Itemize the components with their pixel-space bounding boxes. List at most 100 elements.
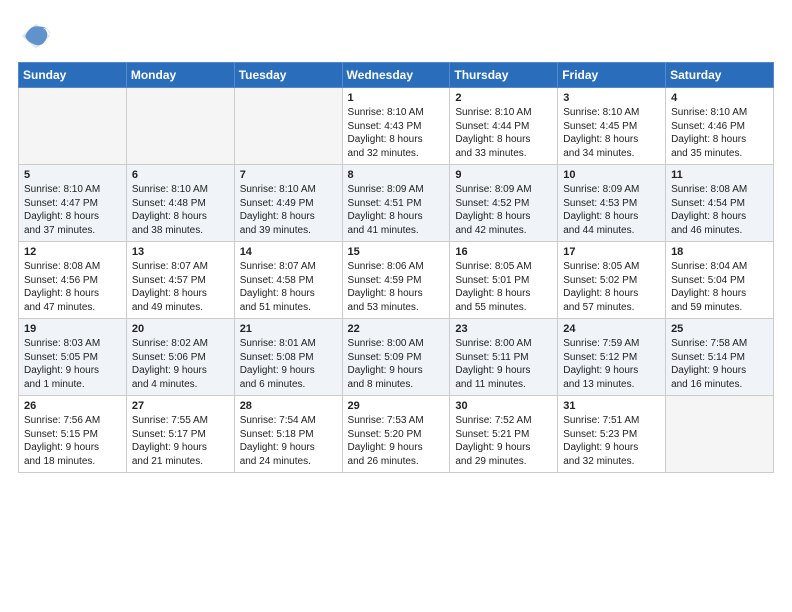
day-info: Sunrise: 7:59 AM Sunset: 5:12 PM Dayligh… xyxy=(563,337,660,391)
weekday-header-sunday: Sunday xyxy=(19,63,127,88)
calendar-cell xyxy=(666,396,774,473)
day-info: Sunrise: 8:07 AM Sunset: 4:58 PM Dayligh… xyxy=(240,260,337,314)
day-number: 24 xyxy=(563,323,660,335)
calendar-cell: 17 Sunrise: 8:05 AM Sunset: 5:02 PM Dayli… xyxy=(558,242,666,319)
day-info: Sunrise: 8:10 AM Sunset: 4:48 PM Dayligh… xyxy=(132,183,229,237)
day-number: 29 xyxy=(348,400,445,412)
calendar-cell: 28 Sunrise: 7:54 AM Sunset: 5:18 PM Dayli… xyxy=(234,396,342,473)
day-number: 26 xyxy=(24,400,121,412)
day-info: Sunrise: 8:10 AM Sunset: 4:43 PM Dayligh… xyxy=(348,106,445,160)
calendar-cell: 9 Sunrise: 8:09 AM Sunset: 4:52 PM Daylig… xyxy=(450,165,558,242)
day-info: Sunrise: 8:07 AM Sunset: 4:57 PM Dayligh… xyxy=(132,260,229,314)
calendar-cell: 30 Sunrise: 7:52 AM Sunset: 5:21 PM Dayli… xyxy=(450,396,558,473)
calendar-cell: 5 Sunrise: 8:10 AM Sunset: 4:47 PM Daylig… xyxy=(19,165,127,242)
week-row-5: 26Sunrise: 7:56 AM Sunset: 5:15 PM Dayli… xyxy=(19,396,774,473)
day-info: Sunrise: 8:05 AM Sunset: 5:01 PM Dayligh… xyxy=(455,260,552,314)
day-info: Sunrise: 7:51 AM Sunset: 5:23 PM Dayligh… xyxy=(563,414,660,468)
calendar-cell: 18 Sunrise: 8:04 AM Sunset: 5:04 PM Dayli… xyxy=(666,242,774,319)
calendar-cell: 27Sunrise: 7:55 AM Sunset: 5:17 PM Dayli… xyxy=(126,396,234,473)
calendar-cell xyxy=(19,88,127,165)
week-row-1: 1 Sunrise: 8:10 AM Sunset: 4:43 PM Daylig… xyxy=(19,88,774,165)
day-info: Sunrise: 8:10 AM Sunset: 4:44 PM Dayligh… xyxy=(455,106,552,160)
calendar-cell: 24 Sunrise: 7:59 AM Sunset: 5:12 PM Dayli… xyxy=(558,319,666,396)
day-info: Sunrise: 8:08 AM Sunset: 4:56 PM Dayligh… xyxy=(24,260,121,314)
day-number: 2 xyxy=(455,92,552,104)
calendar-cell: 8Sunrise: 8:09 AM Sunset: 4:51 PM Daylig… xyxy=(342,165,450,242)
calendar-cell: 15 Sunrise: 8:06 AM Sunset: 4:59 PM Dayli… xyxy=(342,242,450,319)
day-number: 22 xyxy=(348,323,445,335)
day-number: 1 xyxy=(348,92,445,104)
calendar-cell xyxy=(234,88,342,165)
weekday-header-friday: Friday xyxy=(558,63,666,88)
calendar-cell: 21 Sunrise: 8:01 AM Sunset: 5:08 PM Dayli… xyxy=(234,319,342,396)
day-number: 23 xyxy=(455,323,552,335)
day-number: 21 xyxy=(240,323,337,335)
day-number: 25 xyxy=(671,323,768,335)
week-row-4: 19 Sunrise: 8:03 AM Sunset: 5:05 PM Dayli… xyxy=(19,319,774,396)
day-info: Sunrise: 8:10 AM Sunset: 4:47 PM Dayligh… xyxy=(24,183,121,237)
week-row-3: 12 Sunrise: 8:08 AM Sunset: 4:56 PM Dayli… xyxy=(19,242,774,319)
day-number: 8 xyxy=(348,169,445,181)
day-number: 30 xyxy=(455,400,552,412)
day-number: 17 xyxy=(563,246,660,258)
calendar-cell: 1 Sunrise: 8:10 AM Sunset: 4:43 PM Daylig… xyxy=(342,88,450,165)
day-info: Sunrise: 8:02 AM Sunset: 5:06 PM Dayligh… xyxy=(132,337,229,391)
day-number: 12 xyxy=(24,246,121,258)
day-info: Sunrise: 8:10 AM Sunset: 4:45 PM Dayligh… xyxy=(563,106,660,160)
calendar-body: 1 Sunrise: 8:10 AM Sunset: 4:43 PM Daylig… xyxy=(19,88,774,473)
day-info: Sunrise: 8:06 AM Sunset: 4:59 PM Dayligh… xyxy=(348,260,445,314)
day-info: Sunrise: 8:09 AM Sunset: 4:52 PM Dayligh… xyxy=(455,183,552,237)
day-number: 18 xyxy=(671,246,768,258)
day-number: 20 xyxy=(132,323,229,335)
calendar-cell: 16 Sunrise: 8:05 AM Sunset: 5:01 PM Dayli… xyxy=(450,242,558,319)
day-info: Sunrise: 8:01 AM Sunset: 5:08 PM Dayligh… xyxy=(240,337,337,391)
calendar-cell: 4Sunrise: 8:10 AM Sunset: 4:46 PM Daylig… xyxy=(666,88,774,165)
day-info: Sunrise: 8:08 AM Sunset: 4:54 PM Dayligh… xyxy=(671,183,768,237)
day-number: 16 xyxy=(455,246,552,258)
day-number: 4 xyxy=(671,92,768,104)
week-row-2: 5 Sunrise: 8:10 AM Sunset: 4:47 PM Daylig… xyxy=(19,165,774,242)
day-number: 19 xyxy=(24,323,121,335)
day-number: 11 xyxy=(671,169,768,181)
weekday-header-tuesday: Tuesday xyxy=(234,63,342,88)
calendar-cell: 19 Sunrise: 8:03 AM Sunset: 5:05 PM Dayli… xyxy=(19,319,127,396)
calendar-cell: 6Sunrise: 8:10 AM Sunset: 4:48 PM Daylig… xyxy=(126,165,234,242)
calendar-cell: 12 Sunrise: 8:08 AM Sunset: 4:56 PM Dayli… xyxy=(19,242,127,319)
day-info: Sunrise: 8:00 AM Sunset: 5:11 PM Dayligh… xyxy=(455,337,552,391)
day-info: Sunrise: 7:55 AM Sunset: 5:17 PM Dayligh… xyxy=(132,414,229,468)
calendar-cell: 11 Sunrise: 8:08 AM Sunset: 4:54 PM Dayli… xyxy=(666,165,774,242)
day-info: Sunrise: 8:05 AM Sunset: 5:02 PM Dayligh… xyxy=(563,260,660,314)
day-info: Sunrise: 8:03 AM Sunset: 5:05 PM Dayligh… xyxy=(24,337,121,391)
day-info: Sunrise: 8:04 AM Sunset: 5:04 PM Dayligh… xyxy=(671,260,768,314)
day-info: Sunrise: 8:10 AM Sunset: 4:49 PM Dayligh… xyxy=(240,183,337,237)
logo-icon xyxy=(18,18,54,54)
calendar-cell: 13Sunrise: 8:07 AM Sunset: 4:57 PM Dayli… xyxy=(126,242,234,319)
calendar-cell: 25 Sunrise: 7:58 AM Sunset: 5:14 PM Dayli… xyxy=(666,319,774,396)
calendar-cell: 14 Sunrise: 8:07 AM Sunset: 4:58 PM Dayli… xyxy=(234,242,342,319)
calendar-cell xyxy=(126,88,234,165)
calendar-cell: 20 Sunrise: 8:02 AM Sunset: 5:06 PM Dayli… xyxy=(126,319,234,396)
day-number: 3 xyxy=(563,92,660,104)
day-number: 31 xyxy=(563,400,660,412)
logo xyxy=(18,18,60,54)
calendar-cell: 26Sunrise: 7:56 AM Sunset: 5:15 PM Dayli… xyxy=(19,396,127,473)
page: SundayMondayTuesdayWednesdayThursdayFrid… xyxy=(0,0,792,612)
day-info: Sunrise: 7:54 AM Sunset: 5:18 PM Dayligh… xyxy=(240,414,337,468)
day-info: Sunrise: 7:52 AM Sunset: 5:21 PM Dayligh… xyxy=(455,414,552,468)
day-number: 15 xyxy=(348,246,445,258)
calendar-cell: 10 Sunrise: 8:09 AM Sunset: 4:53 PM Dayli… xyxy=(558,165,666,242)
day-info: Sunrise: 7:58 AM Sunset: 5:14 PM Dayligh… xyxy=(671,337,768,391)
day-number: 9 xyxy=(455,169,552,181)
day-number: 28 xyxy=(240,400,337,412)
day-number: 5 xyxy=(24,169,121,181)
calendar-cell: 7Sunrise: 8:10 AM Sunset: 4:49 PM Daylig… xyxy=(234,165,342,242)
weekday-header-row: SundayMondayTuesdayWednesdayThursdayFrid… xyxy=(19,63,774,88)
header xyxy=(18,18,774,54)
day-number: 10 xyxy=(563,169,660,181)
day-number: 14 xyxy=(240,246,337,258)
calendar-cell: 31 Sunrise: 7:51 AM Sunset: 5:23 PM Dayli… xyxy=(558,396,666,473)
day-info: Sunrise: 8:09 AM Sunset: 4:53 PM Dayligh… xyxy=(563,183,660,237)
calendar-cell: 3 Sunrise: 8:10 AM Sunset: 4:45 PM Daylig… xyxy=(558,88,666,165)
calendar-cell: 2 Sunrise: 8:10 AM Sunset: 4:44 PM Daylig… xyxy=(450,88,558,165)
calendar-header: SundayMondayTuesdayWednesdayThursdayFrid… xyxy=(19,63,774,88)
